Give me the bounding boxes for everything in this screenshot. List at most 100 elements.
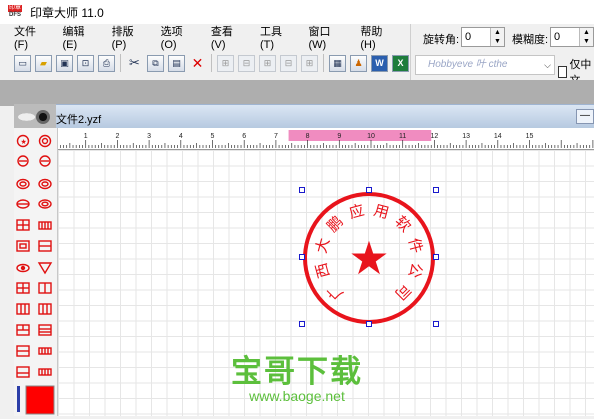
ruler-label: 15 <box>526 133 534 140</box>
menu-window[interactable]: 窗口(W) <box>308 23 345 51</box>
stamp-char: 件 <box>405 236 426 255</box>
menu-layout[interactable]: 排版(P) <box>112 23 146 51</box>
workspace-background <box>0 80 594 106</box>
resize-handle-sw[interactable] <box>299 321 305 327</box>
stamp-star: ★ <box>348 231 389 285</box>
resize-handle-s[interactable] <box>366 321 372 327</box>
ruler-label: 5 <box>211 133 215 140</box>
menu-tools[interactable]: 工具(T) <box>260 23 294 51</box>
svg-text:★: ★ <box>21 138 27 146</box>
rotation-spinner[interactable]: ▲ ▼ <box>490 28 504 46</box>
ruler-label: 14 <box>494 133 502 140</box>
blur-spinner[interactable]: ▲ ▼ <box>579 28 593 46</box>
ruler-label: 8 <box>306 133 310 140</box>
new-file-icon[interactable]: ▭ <box>14 54 31 72</box>
copy-icon[interactable]: ⧉ <box>147 54 164 72</box>
grid-bottom-shape <box>16 366 30 378</box>
circle-shape <box>38 134 52 148</box>
eye-pupil <box>36 110 50 124</box>
stamp-char: 司 <box>391 280 414 303</box>
triangle-shape <box>37 262 53 275</box>
stamp-icon[interactable]: ♟ <box>350 54 367 72</box>
ruler-ticks: 1 2 3 4 5 6 7 8 9 10 11 12 13 14 15 <box>59 130 594 148</box>
shape-panel: ★ <box>14 128 58 416</box>
menu-file[interactable]: 文件(F) <box>14 23 48 51</box>
app-logo-top: 印章 <box>8 5 22 12</box>
align-left-icon[interactable]: ⊞ <box>217 54 234 72</box>
rect-shape <box>16 240 30 252</box>
shape-palette: ★ <box>16 134 55 415</box>
print-icon[interactable]: ⎙ <box>98 54 115 72</box>
align-top-icon[interactable]: ⊟ <box>280 54 297 72</box>
document-title-bar: 文件2.yzf — <box>14 104 594 128</box>
excel-icon[interactable]: X <box>392 54 409 72</box>
horizontal-ruler[interactable]: 1 2 3 4 5 6 7 8 9 10 11 12 13 14 15 <box>58 128 594 150</box>
cut-icon[interactable]: ✂ <box>126 55 143 72</box>
align-center-icon[interactable]: ⊟ <box>238 54 255 72</box>
property-panel: 旋转角: 0 ▲ ▼ 模糊度: 0 ▲ ▼ Hobbyeve 叶 cthe ⌵ 仅中… <box>410 24 594 87</box>
ruler-label: 9 <box>337 133 341 140</box>
watermark-text: 宝哥下载 <box>231 354 363 390</box>
resize-handle-se[interactable] <box>433 321 439 327</box>
ruler-label: 3 <box>147 133 151 140</box>
resize-handle-ne[interactable] <box>433 187 439 193</box>
font-preview: Hobbyeve 叶 cthe <box>428 59 508 70</box>
blur-label: 模糊度: <box>512 34 549 46</box>
ruler-label: 6 <box>242 133 246 140</box>
stamp-char: 用 <box>372 201 391 222</box>
grid-wide-shape <box>38 324 52 336</box>
menu-options[interactable]: 选项(O) <box>161 23 196 51</box>
color-bar <box>17 386 20 412</box>
menu-edit[interactable]: 编辑(E) <box>63 23 97 51</box>
oval-double-shape <box>38 178 52 190</box>
align-bottom-icon[interactable]: ⊞ <box>301 54 318 72</box>
word-icon[interactable]: W <box>371 54 388 72</box>
image-icon[interactable]: ▦ <box>329 54 346 72</box>
app-title: 印章大师 11.0 <box>30 5 104 20</box>
title-bar: 印章 DFS 印章大师 11.0 <box>0 0 594 24</box>
font-select[interactable]: Hobbyeve 叶 cthe ⌵ <box>415 55 555 75</box>
blur-value: 0 <box>554 31 561 43</box>
chevron-down-icon: ⌵ <box>544 60 551 70</box>
minimize-button[interactable]: — <box>576 109 594 124</box>
print-preview-icon[interactable]: ⊡ <box>77 54 94 72</box>
main-toolbar: ▭ ▰ ▣ ⊡ ⎙ ✂ ⧉ ▤ ✕ ⊞ ⊟ ⊞ ⊟ ⊞ ▦ ♟ W X <box>14 51 413 75</box>
ruler-label: 4 <box>179 133 183 140</box>
resize-handle-e[interactable] <box>433 254 439 260</box>
rotation-input[interactable]: 0 ▲ ▼ <box>461 27 505 47</box>
menu-view[interactable]: 查看(V) <box>211 23 245 51</box>
menu-help[interactable]: 帮助(H) <box>360 23 395 51</box>
color-swatch <box>25 385 55 415</box>
ruler-highlight <box>288 130 432 141</box>
document-title: 文件2.yzf <box>56 114 102 126</box>
save-icon[interactable]: ▣ <box>56 54 73 72</box>
ruler-label: 10 <box>367 133 375 140</box>
delete-icon[interactable]: ✕ <box>189 55 206 72</box>
rotation-value: 0 <box>465 31 472 43</box>
app-logo: 印章 DFS <box>8 4 22 20</box>
watermark-url: www.baoge.net <box>249 388 345 404</box>
paste-icon[interactable]: ▤ <box>168 54 185 72</box>
blur-input[interactable]: 0 ▲ ▼ <box>550 27 594 47</box>
resize-handle-n[interactable] <box>366 187 372 193</box>
stamp-object[interactable]: ★ 广西大鹏应用软件公司 <box>301 190 437 326</box>
toolbar-separator <box>211 54 212 72</box>
toolbar-separator <box>323 54 324 72</box>
app-logo-bottom: DFS <box>9 12 21 18</box>
rotation-label: 旋转角: <box>423 34 460 46</box>
resize-handle-nw[interactable] <box>299 187 305 193</box>
eye-icon <box>14 104 56 130</box>
stamp-seal: ★ 广西大鹏应 用软件公司 <box>303 192 435 324</box>
ruler-label: 12 <box>431 133 439 140</box>
align-right-icon[interactable]: ⊞ <box>259 54 276 72</box>
checkbox-icon <box>558 66 568 78</box>
open-folder-icon[interactable]: ▰ <box>35 54 52 72</box>
oval-shape <box>16 178 30 190</box>
stamp-char: 公 <box>405 261 426 280</box>
resize-handle-w[interactable] <box>299 254 305 260</box>
stamp-char: 广 <box>323 280 346 303</box>
ruler-label: 2 <box>115 133 119 140</box>
grid-3-shape <box>16 303 30 315</box>
ellipse-hollow-shape <box>38 199 52 209</box>
menu-bar: 文件(F) 编辑(E) 排版(P) 选项(O) 查看(V) 工具(T) 窗口(W… <box>0 23 410 51</box>
